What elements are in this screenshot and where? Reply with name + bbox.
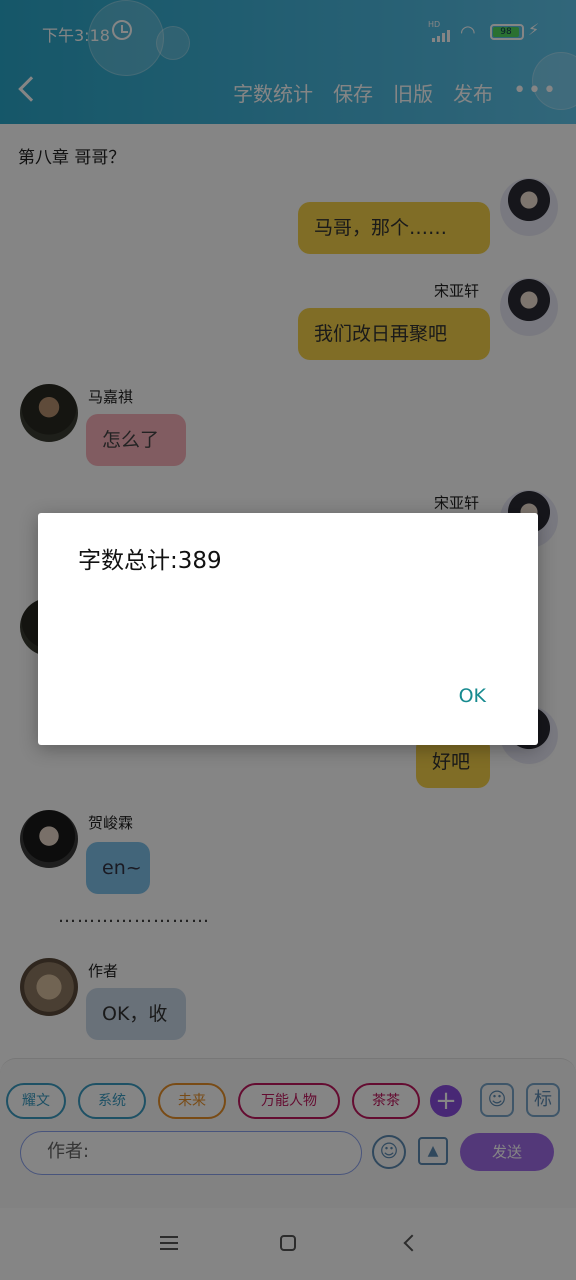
word-count-dialog: 字数总计:389 OK: [38, 513, 538, 745]
ok-button[interactable]: OK: [459, 685, 486, 707]
dialog-message: 字数总计:389: [78, 548, 222, 574]
